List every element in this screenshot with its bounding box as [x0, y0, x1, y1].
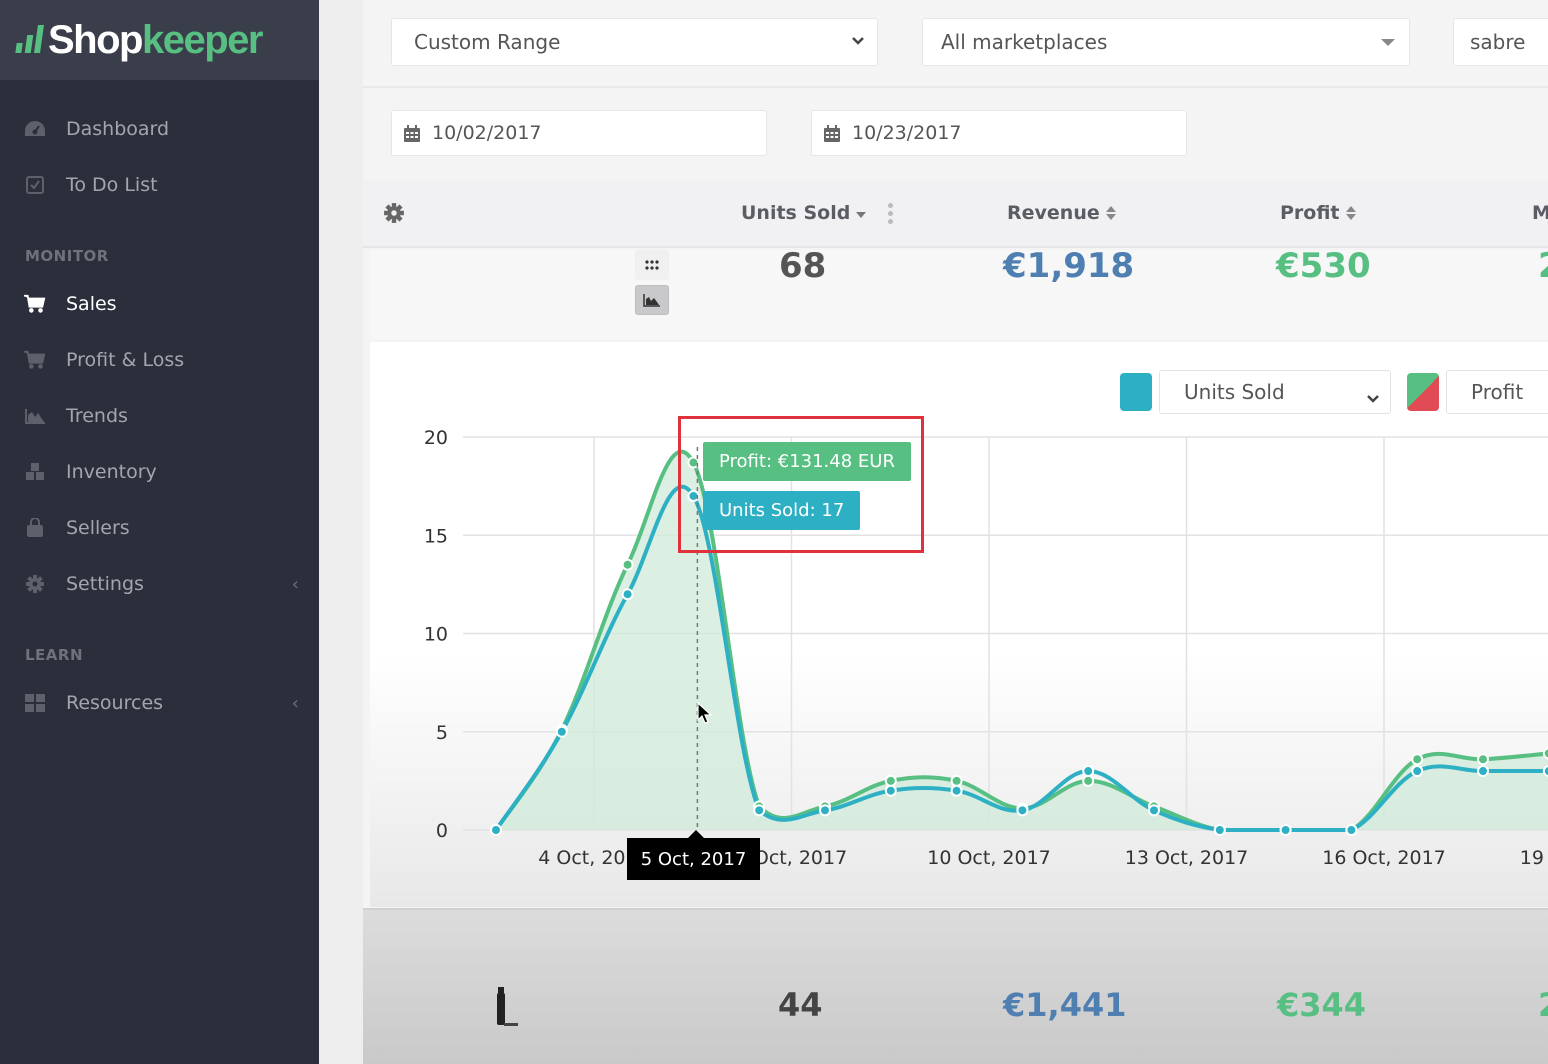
marketplace-select[interactable]: All marketplaces	[922, 18, 1410, 66]
date-tooltip-arrow	[688, 830, 704, 838]
area-chart-icon	[24, 405, 46, 427]
sidebar-item-label: Sales	[66, 293, 117, 315]
total-profit: €530	[1276, 246, 1371, 286]
cart-icon	[24, 349, 46, 371]
column-header-revenue[interactable]: Revenue	[1007, 202, 1116, 224]
sidebar-item-label: Dashboard	[66, 118, 170, 140]
total-units-sold: 68	[779, 246, 827, 286]
content-gutter	[319, 0, 363, 1064]
section-label-monitor: MONITOR	[25, 247, 109, 265]
column-header-label: Revenue	[1007, 202, 1100, 224]
sort-desc-icon	[856, 212, 867, 218]
end-date-input[interactable]: 10/23/2017	[811, 110, 1187, 156]
brand-logo[interactable]: Shopkeeper	[0, 0, 319, 80]
sort-icon	[1345, 206, 1356, 220]
chevron-left-icon: ‹	[291, 573, 299, 595]
profit-color-swatch[interactable]	[1407, 373, 1439, 411]
sidebar-item-sellers[interactable]: Sellers	[0, 506, 319, 550]
brand-name-part2: keeper	[141, 17, 263, 62]
totals-row: 68 €1,918 €530 2	[370, 246, 1548, 340]
seller-value: sabre	[1470, 30, 1526, 54]
table-header: Units Sold Revenue Profit M	[363, 180, 1548, 248]
row-revenue: €1,441	[1003, 986, 1127, 1024]
section-label-learn: LEARN	[25, 646, 84, 664]
dots-grid-icon	[645, 260, 659, 270]
column-header-partial[interactable]: M	[1532, 202, 1548, 224]
sidebar-item-label: Sellers	[66, 517, 130, 539]
column-menu-icon[interactable]	[888, 202, 894, 224]
caret-down-icon	[1381, 38, 1395, 46]
sidebar-item-todo[interactable]: To Do List	[0, 163, 319, 207]
date-tooltip: 5 Oct, 2017	[627, 838, 760, 880]
logo-bars-icon	[15, 25, 44, 55]
column-header-label: Profit	[1280, 202, 1340, 224]
chevron-down-icon	[851, 34, 865, 50]
sidebar-item-dashboard[interactable]: Dashboard	[0, 107, 319, 151]
sidebar-item-label: Resources	[66, 692, 164, 714]
calendar-icon	[824, 124, 840, 142]
divider	[363, 86, 1548, 88]
sidebar-item-label: Trends	[66, 405, 128, 427]
series2-select[interactable]: Profit	[1446, 370, 1548, 414]
marketplace-value: All marketplaces	[941, 30, 1108, 54]
units-sold-color-swatch[interactable]	[1120, 373, 1152, 411]
chevron-down-icon	[1366, 385, 1380, 409]
brand-name-part1: Shop	[48, 17, 143, 62]
start-date-value: 10/02/2017	[432, 122, 542, 144]
series1-select[interactable]: Units Sold	[1159, 370, 1391, 414]
highlight-box	[678, 416, 924, 553]
column-header-units-sold[interactable]: Units Sold	[741, 202, 894, 224]
sidebar-item-label: To Do List	[66, 174, 158, 196]
sidebar-item-label: Inventory	[66, 461, 157, 483]
checkbox-icon	[24, 174, 46, 196]
product-bottle-icon	[497, 987, 518, 1026]
gear-icon	[24, 573, 46, 595]
series2-select-value: Profit	[1471, 380, 1524, 404]
total-revenue: €1,918	[1003, 246, 1135, 286]
column-header-label: M	[1532, 202, 1548, 224]
series1-select-value: Units Sold	[1184, 380, 1285, 404]
sidebar-item-trends[interactable]: Trends	[0, 394, 319, 438]
sidebar-item-resources[interactable]: Resources ‹	[0, 681, 319, 725]
column-header-profit[interactable]: Profit	[1280, 202, 1356, 224]
cubes-icon	[24, 461, 46, 483]
sidebar-item-inventory[interactable]: Inventory	[0, 450, 319, 494]
column-header-label: Units Sold	[741, 202, 851, 224]
sidebar-item-profit-loss[interactable]: Profit & Loss	[0, 338, 319, 382]
sidebar-item-label: Settings	[66, 573, 144, 595]
calendar-icon	[404, 124, 420, 142]
date-range-value: Custom Range	[414, 30, 561, 54]
row-partial: 2	[1538, 986, 1548, 1024]
sidebar-item-settings[interactable]: Settings ‹	[0, 562, 319, 606]
dashboard-icon	[24, 118, 46, 140]
chevron-left-icon: ‹	[291, 692, 299, 714]
date-range-select[interactable]: Custom Range	[391, 18, 878, 66]
chart-view-button[interactable]	[635, 285, 669, 315]
row-units-sold: 44	[778, 986, 823, 1024]
row-profit: €344	[1277, 986, 1367, 1024]
date-tooltip-text: 5 Oct, 2017	[640, 848, 747, 870]
chart-panel: Units Sold Profit	[370, 342, 1548, 907]
sidebar: Shopkeeper Dashboard To Do List MONITOR …	[0, 0, 319, 1064]
shopping-bag-icon	[24, 517, 46, 539]
grid-view-button[interactable]	[635, 250, 669, 280]
seller-select[interactable]: sabre	[1453, 18, 1548, 66]
start-date-input[interactable]: 10/02/2017	[391, 110, 767, 156]
sidebar-item-label: Profit & Loss	[66, 349, 185, 371]
sidebar-item-sales[interactable]: Sales	[0, 282, 319, 326]
total-partial: 2	[1538, 246, 1548, 286]
mouse-cursor-icon	[697, 702, 713, 724]
grid-icon	[24, 692, 46, 714]
brand-name: Shopkeeper	[48, 17, 263, 63]
sort-icon	[1105, 206, 1116, 220]
end-date-value: 10/23/2017	[852, 122, 962, 144]
product-thumbnail[interactable]	[494, 985, 524, 1029]
product-row[interactable]: 44 €1,441 €344 2	[363, 908, 1548, 1064]
table-settings-gear-icon[interactable]	[383, 202, 405, 228]
cart-icon	[24, 293, 46, 315]
area-chart-icon	[643, 294, 660, 307]
